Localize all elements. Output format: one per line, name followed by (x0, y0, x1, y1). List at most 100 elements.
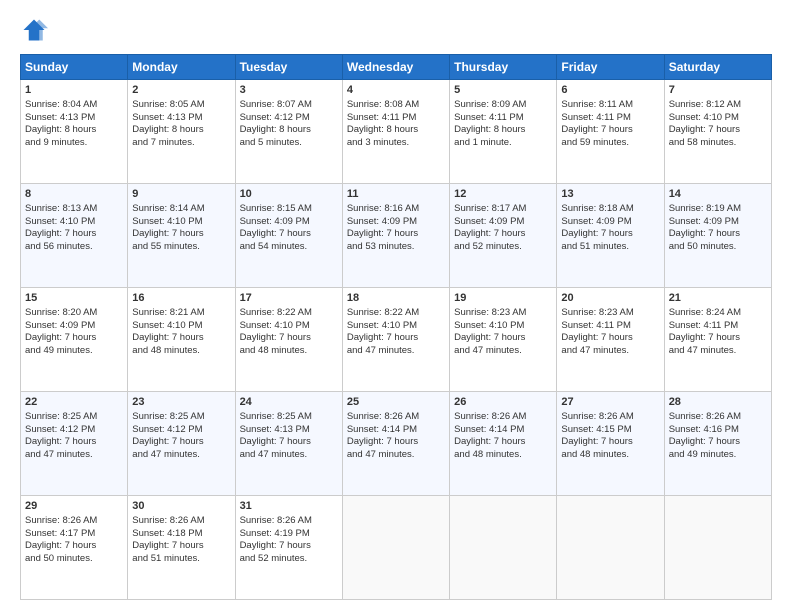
header-cell-monday: Monday (128, 55, 235, 80)
logo-icon (20, 16, 48, 44)
day-info-line: and 49 minutes. (25, 345, 123, 358)
day-info-line: Sunset: 4:12 PM (240, 112, 338, 125)
day-info-line: Sunset: 4:09 PM (669, 216, 767, 229)
day-info-line: and 5 minutes. (240, 137, 338, 150)
day-info-line: and 55 minutes. (132, 241, 230, 254)
calendar-cell (342, 496, 449, 600)
day-info-line: Daylight: 7 hours (25, 540, 123, 553)
day-number: 13 (561, 187, 659, 202)
day-info-line: Sunrise: 8:23 AM (454, 307, 552, 320)
day-info-line: Sunset: 4:13 PM (25, 112, 123, 125)
day-info-line: and 9 minutes. (25, 137, 123, 150)
calendar-cell (450, 496, 557, 600)
day-info-line: Sunset: 4:10 PM (347, 320, 445, 333)
calendar-cell: 26Sunrise: 8:26 AMSunset: 4:14 PMDayligh… (450, 392, 557, 496)
day-info-line: Sunrise: 8:24 AM (669, 307, 767, 320)
day-info-line: Sunrise: 8:05 AM (132, 99, 230, 112)
day-info-line: Sunrise: 8:23 AM (561, 307, 659, 320)
calendar-cell: 14Sunrise: 8:19 AMSunset: 4:09 PMDayligh… (664, 184, 771, 288)
day-info-line: Daylight: 7 hours (132, 332, 230, 345)
day-number: 23 (132, 395, 230, 410)
calendar-cell: 18Sunrise: 8:22 AMSunset: 4:10 PMDayligh… (342, 288, 449, 392)
page: SundayMondayTuesdayWednesdayThursdayFrid… (0, 0, 792, 612)
day-number: 29 (25, 499, 123, 514)
day-info-line: Daylight: 7 hours (25, 436, 123, 449)
day-number: 14 (669, 187, 767, 202)
calendar-body: 1Sunrise: 8:04 AMSunset: 4:13 PMDaylight… (21, 80, 772, 600)
day-info-line: Daylight: 7 hours (132, 540, 230, 553)
day-info-line: Sunset: 4:09 PM (25, 320, 123, 333)
day-info-line: Sunrise: 8:25 AM (132, 411, 230, 424)
day-info-line: Sunset: 4:11 PM (347, 112, 445, 125)
day-info-line: Sunrise: 8:26 AM (347, 411, 445, 424)
day-info-line: Daylight: 7 hours (669, 332, 767, 345)
day-info-line: and 51 minutes. (132, 553, 230, 566)
day-number: 18 (347, 291, 445, 306)
week-row-3: 15Sunrise: 8:20 AMSunset: 4:09 PMDayligh… (21, 288, 772, 392)
day-info-line: Daylight: 7 hours (669, 436, 767, 449)
day-info-line: and 47 minutes. (132, 449, 230, 462)
day-number: 1 (25, 83, 123, 98)
calendar-cell: 28Sunrise: 8:26 AMSunset: 4:16 PMDayligh… (664, 392, 771, 496)
header-cell-sunday: Sunday (21, 55, 128, 80)
day-info-line: Sunset: 4:09 PM (347, 216, 445, 229)
calendar-cell: 20Sunrise: 8:23 AMSunset: 4:11 PMDayligh… (557, 288, 664, 392)
calendar-cell: 21Sunrise: 8:24 AMSunset: 4:11 PMDayligh… (664, 288, 771, 392)
day-info-line: Sunset: 4:19 PM (240, 528, 338, 541)
day-info-line: and 1 minute. (454, 137, 552, 150)
calendar-cell (557, 496, 664, 600)
header-cell-tuesday: Tuesday (235, 55, 342, 80)
day-info-line: Sunset: 4:18 PM (132, 528, 230, 541)
day-info-line: Daylight: 7 hours (347, 332, 445, 345)
day-info-line: Sunset: 4:09 PM (561, 216, 659, 229)
day-number: 5 (454, 83, 552, 98)
day-number: 30 (132, 499, 230, 514)
day-info-line: Sunrise: 8:20 AM (25, 307, 123, 320)
day-info-line: and 3 minutes. (347, 137, 445, 150)
day-info-line: Daylight: 7 hours (669, 124, 767, 137)
day-info-line: Daylight: 7 hours (561, 124, 659, 137)
calendar-cell: 8Sunrise: 8:13 AMSunset: 4:10 PMDaylight… (21, 184, 128, 288)
day-info-line: Sunrise: 8:25 AM (25, 411, 123, 424)
day-info-line: and 47 minutes. (347, 449, 445, 462)
day-number: 12 (454, 187, 552, 202)
day-info-line: and 50 minutes. (669, 241, 767, 254)
day-number: 11 (347, 187, 445, 202)
day-info-line: and 52 minutes. (240, 553, 338, 566)
day-number: 31 (240, 499, 338, 514)
day-number: 8 (25, 187, 123, 202)
day-info-line: Daylight: 7 hours (240, 332, 338, 345)
calendar-header: SundayMondayTuesdayWednesdayThursdayFrid… (21, 55, 772, 80)
calendar-cell: 4Sunrise: 8:08 AMSunset: 4:11 PMDaylight… (342, 80, 449, 184)
day-info-line: Sunrise: 8:26 AM (25, 515, 123, 528)
header-cell-thursday: Thursday (450, 55, 557, 80)
calendar-cell: 16Sunrise: 8:21 AMSunset: 4:10 PMDayligh… (128, 288, 235, 392)
calendar-cell: 2Sunrise: 8:05 AMSunset: 4:13 PMDaylight… (128, 80, 235, 184)
day-info-line: Sunset: 4:11 PM (561, 112, 659, 125)
calendar-cell: 3Sunrise: 8:07 AMSunset: 4:12 PMDaylight… (235, 80, 342, 184)
day-info-line: Sunrise: 8:22 AM (347, 307, 445, 320)
day-number: 7 (669, 83, 767, 98)
day-info-line: and 47 minutes. (347, 345, 445, 358)
day-info-line: Sunset: 4:10 PM (454, 320, 552, 333)
day-number: 4 (347, 83, 445, 98)
day-info-line: Sunrise: 8:11 AM (561, 99, 659, 112)
day-info-line: Sunrise: 8:26 AM (454, 411, 552, 424)
day-info-line: Sunset: 4:13 PM (240, 424, 338, 437)
day-info-line: Daylight: 7 hours (454, 332, 552, 345)
calendar-cell: 7Sunrise: 8:12 AMSunset: 4:10 PMDaylight… (664, 80, 771, 184)
calendar-cell: 5Sunrise: 8:09 AMSunset: 4:11 PMDaylight… (450, 80, 557, 184)
day-info-line: Daylight: 7 hours (240, 540, 338, 553)
header-cell-friday: Friday (557, 55, 664, 80)
day-number: 16 (132, 291, 230, 306)
day-info-line: Sunset: 4:10 PM (240, 320, 338, 333)
calendar-cell: 24Sunrise: 8:25 AMSunset: 4:13 PMDayligh… (235, 392, 342, 496)
day-info-line: Sunrise: 8:19 AM (669, 203, 767, 216)
day-info-line: Daylight: 7 hours (454, 436, 552, 449)
day-number: 3 (240, 83, 338, 98)
day-number: 9 (132, 187, 230, 202)
day-info-line: Sunset: 4:09 PM (240, 216, 338, 229)
day-info-line: and 54 minutes. (240, 241, 338, 254)
day-number: 20 (561, 291, 659, 306)
day-info-line: Sunrise: 8:16 AM (347, 203, 445, 216)
